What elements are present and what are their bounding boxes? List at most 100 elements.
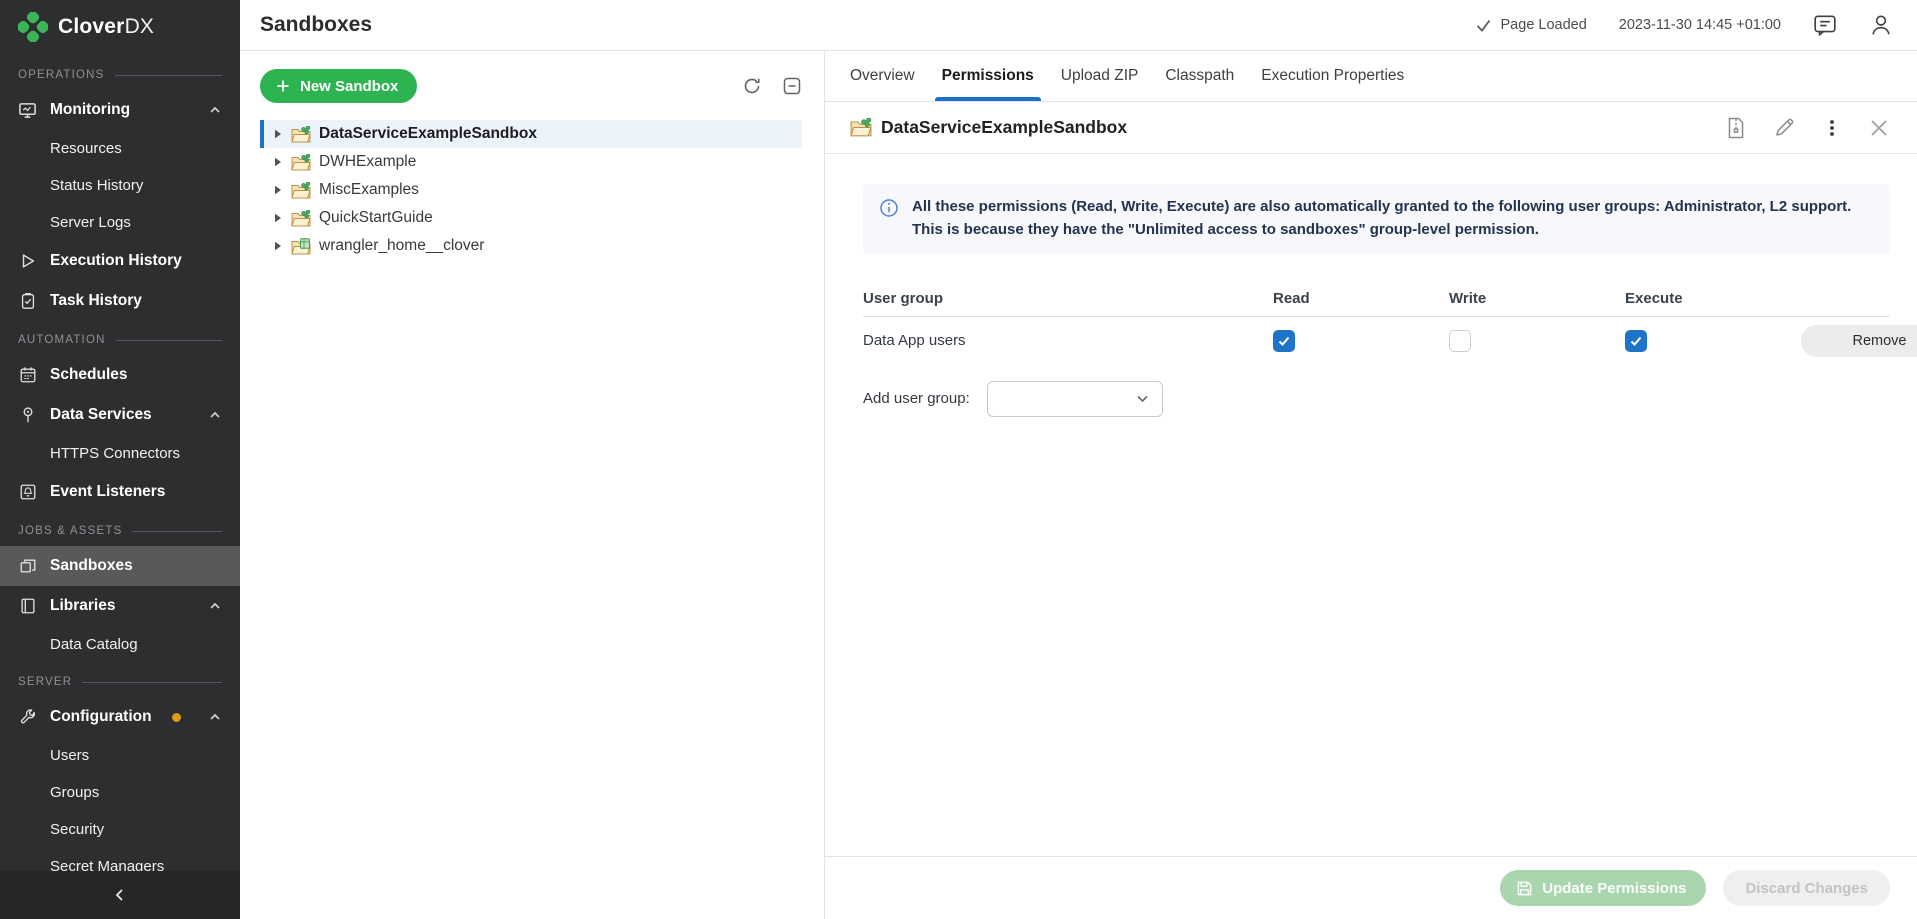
caret-right-icon[interactable] <box>273 213 283 223</box>
page-status: Page Loaded <box>1475 17 1587 34</box>
chevron-up-icon[interactable] <box>208 710 222 724</box>
caret-right-icon[interactable] <box>273 241 283 251</box>
sidebar-item-status-history[interactable]: Status History <box>0 167 240 204</box>
feedback-icon[interactable] <box>1813 13 1837 37</box>
notification-dot <box>172 713 181 722</box>
sidebar-item-monitoring[interactable]: Monitoring <box>0 90 240 130</box>
sidebar-item-https-connectors[interactable]: HTTPS Connectors <box>0 435 240 472</box>
tree-row-dataserviceexamplesandbox[interactable]: DataServiceExampleSandbox <box>260 120 802 148</box>
tab-overview[interactable]: Overview <box>850 51 915 101</box>
tree-row-label: wrangler_home__clover <box>319 237 484 255</box>
sidebar-item-task-history[interactable]: Task History <box>0 281 240 321</box>
update-permissions-button[interactable]: Update Permissions <box>1500 870 1706 906</box>
sandbox-tree: DataServiceExampleSandbox DWHExample Mis… <box>260 120 802 260</box>
tree-row-label: DWHExample <box>319 153 416 171</box>
sandbox-title-text: DataServiceExampleSandbox <box>881 117 1127 138</box>
sidebar-item-data-services[interactable]: Data Services <box>0 395 240 435</box>
remove-button[interactable]: Remove <box>1801 325 1917 357</box>
tree-row-label: MiscExamples <box>319 181 419 199</box>
sidebar-item-schedules[interactable]: Schedules <box>0 355 240 395</box>
tree-row-quickstartguide[interactable]: QuickStartGuide <box>260 204 802 232</box>
chevron-up-icon[interactable] <box>208 408 222 422</box>
permissions-table: User group Read Write Execute Data App u… <box>863 281 1890 365</box>
nav-section-operations: OPERATIONS <box>0 56 240 90</box>
sidebar-item-execution-history[interactable]: Execution History <box>0 241 240 281</box>
close-icon[interactable] <box>1869 118 1889 138</box>
edit-pencil-icon[interactable] <box>1774 117 1795 138</box>
sidebar-item-sandboxes[interactable]: Sandboxes <box>0 546 240 586</box>
column-header-user-group: User group <box>863 290 1273 307</box>
sidebar-item-event-listeners[interactable]: Event Listeners <box>0 472 240 512</box>
play-icon <box>18 252 37 271</box>
column-header-write: Write <box>1449 290 1625 307</box>
topbar: Sandboxes Page Loaded 2023-11-30 14:45 +… <box>240 0 1917 51</box>
topbar-right: Page Loaded 2023-11-30 14:45 +01:00 <box>1475 13 1893 37</box>
event-listeners-icon <box>18 483 37 502</box>
sidebar-item-data-catalog[interactable]: Data Catalog <box>0 626 240 663</box>
content: New Sandbox DataServiceExampleSandbox <box>240 51 1917 919</box>
tree-row-label: QuickStartGuide <box>319 209 433 227</box>
brand-name: CloverDX <box>58 15 154 39</box>
sandbox-title: DataServiceExampleSandbox <box>850 117 1127 138</box>
sandbox-folder-icon <box>291 182 311 199</box>
sidebar-item-groups[interactable]: Groups <box>0 774 240 811</box>
chevron-left-icon <box>112 887 128 903</box>
export-zip-icon[interactable] <box>1726 117 1746 139</box>
caret-right-icon[interactable] <box>273 157 283 167</box>
tree-row-miscexamples[interactable]: MiscExamples <box>260 176 802 204</box>
user-group-name: Data App users <box>863 332 1273 349</box>
write-checkbox[interactable] <box>1449 330 1471 352</box>
collapse-all-icon[interactable] <box>782 76 802 96</box>
user-account-icon[interactable] <box>1869 13 1893 37</box>
kebab-menu-icon[interactable] <box>1823 118 1841 138</box>
save-icon <box>1516 880 1533 897</box>
column-header-execute: Execute <box>1625 290 1801 307</box>
sandbox-tree-panel: New Sandbox DataServiceExampleSandbox <box>240 51 824 919</box>
tree-row-dwhexample[interactable]: DWHExample <box>260 148 802 176</box>
check-icon <box>1475 17 1492 34</box>
data-folder-icon <box>291 238 311 255</box>
detail-header-actions <box>1726 117 1889 139</box>
sidebar-item-users[interactable]: Users <box>0 737 240 774</box>
tab-permissions[interactable]: Permissions <box>942 51 1034 101</box>
data-services-icon <box>18 406 37 425</box>
sandbox-detail-panel: Overview Permissions Upload ZIP Classpat… <box>824 51 1917 919</box>
info-banner-text: All these permissions (Read, Write, Exec… <box>912 195 1872 242</box>
permissions-body: All these permissions (Read, Write, Exec… <box>825 154 1917 856</box>
permissions-table-header: User group Read Write Execute <box>863 281 1890 317</box>
tab-execution-properties[interactable]: Execution Properties <box>1261 51 1404 101</box>
sandbox-folder-icon <box>291 210 311 227</box>
task-history-icon <box>18 292 37 311</box>
nav-section-server: SERVER <box>0 663 240 697</box>
calendar-icon <box>18 366 37 385</box>
tree-tools <box>742 76 802 96</box>
sidebar-item-resources[interactable]: Resources <box>0 130 240 167</box>
caret-right-icon[interactable] <box>273 185 283 195</box>
detail-tabs: Overview Permissions Upload ZIP Classpat… <box>825 51 1917 102</box>
discard-changes-button[interactable]: Discard Changes <box>1723 870 1890 906</box>
monitor-icon <box>18 101 37 120</box>
tab-upload-zip[interactable]: Upload ZIP <box>1061 51 1139 101</box>
chevron-up-icon[interactable] <box>208 599 222 613</box>
sandbox-folder-icon <box>850 118 872 137</box>
sidebar-item-configuration[interactable]: Configuration <box>0 697 240 737</box>
sidebar-collapse-button[interactable] <box>0 871 240 919</box>
tree-toolbar: New Sandbox <box>260 69 802 103</box>
add-user-group-row: Add user group: <box>863 381 1890 417</box>
tab-classpath[interactable]: Classpath <box>1165 51 1234 101</box>
refresh-icon[interactable] <box>742 76 762 96</box>
libraries-icon <box>18 597 37 616</box>
sidebar-item-server-logs[interactable]: Server Logs <box>0 204 240 241</box>
info-icon <box>879 198 899 242</box>
chevron-up-icon[interactable] <box>208 103 222 117</box>
sidebar-item-security[interactable]: Security <box>0 811 240 848</box>
add-user-group-select[interactable] <box>987 381 1163 417</box>
chevron-down-icon <box>1135 391 1150 406</box>
new-sandbox-button[interactable]: New Sandbox <box>260 69 417 103</box>
tree-row-wrangler-home-clover[interactable]: wrangler_home__clover <box>260 232 802 260</box>
caret-right-icon[interactable] <box>273 129 283 139</box>
sidebar-item-libraries[interactable]: Libraries <box>0 586 240 626</box>
server-timestamp: 2023-11-30 14:45 +01:00 <box>1619 17 1781 33</box>
execute-checkbox[interactable] <box>1625 330 1647 352</box>
read-checkbox[interactable] <box>1273 330 1295 352</box>
